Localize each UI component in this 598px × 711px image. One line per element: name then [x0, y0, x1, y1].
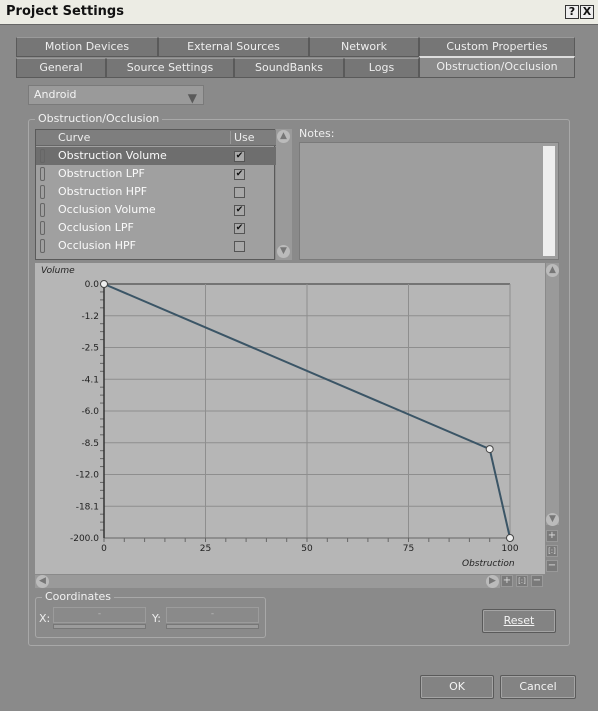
- scroll-down-icon[interactable]: ▼: [277, 245, 290, 258]
- tab-general[interactable]: General: [16, 58, 106, 78]
- list-item[interactable]: Occlusion Volume ✔: [36, 201, 276, 219]
- y-tick-label: 0.0: [85, 280, 100, 290]
- curve-name: Occlusion Volume: [58, 203, 156, 216]
- x-tick-label: 100: [501, 544, 518, 554]
- close-button[interactable]: X: [580, 5, 594, 19]
- curve-point[interactable]: [485, 445, 494, 454]
- y-tick-label: -8.5: [81, 439, 99, 449]
- tab-motion-devices[interactable]: Motion Devices: [16, 37, 158, 57]
- curve-name: Obstruction Volume: [58, 149, 167, 162]
- x-tick-label: 25: [200, 544, 211, 554]
- list-item[interactable]: Obstruction LPF ✔: [36, 165, 276, 183]
- reset-button[interactable]: Reset: [482, 609, 556, 633]
- y-tick-label: -18.1: [76, 502, 99, 512]
- curve-point[interactable]: [100, 280, 108, 288]
- y-tick-label: -200.0: [70, 534, 99, 544]
- list-item[interactable]: Occlusion HPF: [36, 237, 276, 255]
- notes-scrollbar[interactable]: [543, 146, 555, 256]
- chart-vertical-scrollbar[interactable]: ▲ ▼: [546, 263, 559, 526]
- tab-external-sources[interactable]: External Sources: [158, 37, 309, 57]
- x-tick-label: 75: [403, 544, 414, 554]
- y-tick-label: -4.1: [81, 375, 99, 385]
- coordinates-label: Coordinates: [42, 590, 115, 603]
- y-tick-label: -6.0: [81, 407, 99, 417]
- y-tick-label: -12.0: [76, 471, 100, 481]
- zoom-out-x-button[interactable]: −: [531, 575, 543, 587]
- scroll-up-icon[interactable]: ▲: [277, 130, 290, 143]
- list-item[interactable]: Obstruction HPF: [36, 183, 276, 201]
- scroll-right-icon[interactable]: ▶: [486, 575, 499, 588]
- tab-source-settings[interactable]: Source Settings: [106, 58, 234, 78]
- curve-name: Obstruction LPF: [58, 167, 145, 180]
- tab-logs[interactable]: Logs: [344, 58, 419, 78]
- coordinates-group: Coordinates X: - Y: -: [35, 590, 266, 638]
- tab-soundbanks[interactable]: SoundBanks: [234, 58, 344, 78]
- x-tick-label: 50: [301, 544, 313, 554]
- use-checkbox[interactable]: [234, 187, 245, 198]
- zoom-in-x-button[interactable]: +: [501, 575, 513, 587]
- notes-textarea[interactable]: [299, 142, 559, 260]
- window-title: Project Settings: [6, 4, 124, 19]
- y-coordinate-field[interactable]: -: [166, 607, 259, 623]
- x-coordinate-field[interactable]: -: [53, 607, 146, 623]
- x-axis-label: Obstruction: [462, 559, 515, 569]
- use-checkbox[interactable]: ✔: [234, 151, 245, 162]
- y-label: Y:: [152, 612, 161, 625]
- tab-obstruction-occlusion[interactable]: Obstruction/Occlusion: [419, 56, 575, 78]
- drag-handle-icon[interactable]: [40, 167, 45, 181]
- x-coordinate-slider[interactable]: [53, 624, 146, 629]
- platform-dropdown[interactable]: Android ▼: [28, 85, 204, 105]
- help-button[interactable]: ?: [565, 5, 579, 19]
- curve-name: Obstruction HPF: [58, 185, 148, 198]
- curve-list: Curve Use Obstruction Volume ✔ Obstruction…: [35, 129, 276, 260]
- drag-handle-icon[interactable]: [40, 149, 45, 163]
- drag-handle-icon[interactable]: [40, 203, 45, 217]
- list-item[interactable]: Occlusion LPF ✔: [36, 219, 276, 237]
- x-tick-label: 0: [101, 544, 107, 554]
- scroll-left-icon[interactable]: ◀: [36, 575, 49, 588]
- use-checkbox[interactable]: [234, 241, 245, 252]
- column-curve[interactable]: Curve: [58, 131, 90, 144]
- use-checkbox[interactable]: ✔: [234, 169, 245, 180]
- curve-chart[interactable]: 0.0 -1.2 -2.5 -4.1 -6.0 -8.5 -12.0 -18.1 -200.0 0…: [35, 263, 545, 574]
- tab-custom-properties[interactable]: Custom Properties: [419, 37, 575, 57]
- chevron-down-icon: ▼: [187, 91, 197, 105]
- curve-chart-svg[interactable]: 0.0 -1.2 -2.5 -4.1 -6.0 -8.5 -12.0 -18.1 -200.00…: [35, 263, 545, 574]
- scroll-down-icon[interactable]: ▼: [546, 513, 559, 526]
- y-tick-label: -2.5: [81, 344, 99, 354]
- curve-list-scrollbar[interactable]: ▲ ▼: [276, 129, 292, 260]
- y-axis-label: Volume: [41, 266, 75, 276]
- drag-handle-icon[interactable]: [40, 239, 45, 253]
- title-bar: Project Settings ? X: [0, 0, 598, 25]
- y-coordinate-slider[interactable]: [166, 624, 259, 629]
- scroll-up-icon[interactable]: ▲: [546, 264, 559, 277]
- ok-button[interactable]: OK: [420, 675, 494, 699]
- curve-point[interactable]: [506, 534, 514, 542]
- platform-value: Android: [34, 88, 77, 101]
- curve-name: Occlusion HPF: [58, 239, 136, 252]
- notes-label: Notes:: [299, 127, 335, 140]
- x-label: X:: [39, 612, 51, 625]
- zoom-fit-y-button[interactable]: [:]: [546, 545, 558, 557]
- tab-network[interactable]: Network: [309, 37, 419, 57]
- zoom-out-y-button[interactable]: −: [546, 560, 558, 572]
- curve-name: Occlusion LPF: [58, 221, 134, 234]
- use-checkbox[interactable]: ✔: [234, 205, 245, 216]
- group-label: Obstruction/Occlusion: [35, 112, 163, 125]
- zoom-in-y-button[interactable]: +: [546, 530, 558, 542]
- column-use[interactable]: Use: [230, 131, 255, 144]
- use-checkbox[interactable]: ✔: [234, 223, 245, 234]
- zoom-fit-x-button[interactable]: [:]: [516, 575, 528, 587]
- drag-handle-icon[interactable]: [40, 185, 45, 199]
- cancel-button[interactable]: Cancel: [500, 675, 576, 699]
- chart-horizontal-scrollbar[interactable]: ◀ ▶: [35, 575, 500, 588]
- drag-handle-icon[interactable]: [40, 221, 45, 235]
- list-header: Curve Use: [36, 130, 276, 146]
- list-item[interactable]: Obstruction Volume ✔: [36, 147, 276, 165]
- y-tick-label: -1.2: [81, 312, 99, 322]
